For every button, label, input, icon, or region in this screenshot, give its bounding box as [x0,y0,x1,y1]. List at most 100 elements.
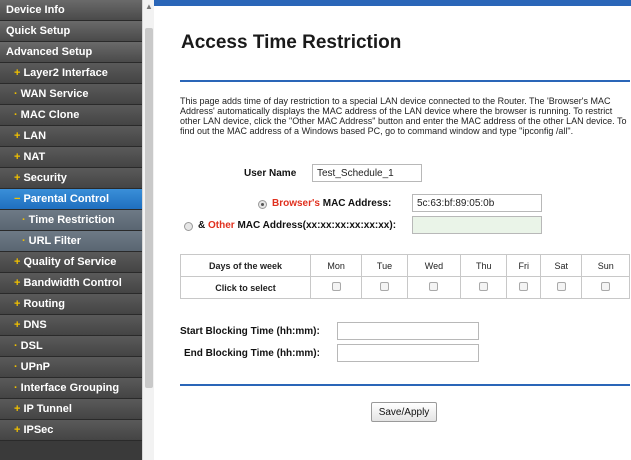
day-checkbox-cell [460,276,508,299]
sidebar-scrollbar[interactable]: ▲ [142,0,154,460]
page-description: This page adds time of day restriction t… [180,96,627,136]
browser-mac-label-text: MAC Address: [319,198,392,209]
user-name-input[interactable] [312,164,422,182]
day-label: Sun [581,254,630,277]
sidebar-item-label: MAC Clone [20,109,80,121]
sidebar-item-label: Interface Grouping [20,382,120,394]
nav-bullet-icon: · [22,214,26,226]
nav-bullet-icon: + [14,403,21,415]
sidebar-item-quality-of-service[interactable]: + Quality of Service [0,252,142,273]
sidebar-item-layer2-interface[interactable]: + Layer2 Interface [0,63,142,84]
fri-checkbox[interactable] [519,282,529,291]
browser-mac-label: Browser's MAC Address: [272,198,391,209]
sidebar-item-ip-tunnel[interactable]: + IP Tunnel [0,399,142,420]
sidebar-item-dns[interactable]: + DNS [0,315,142,336]
other-mac-radio[interactable] [184,222,193,231]
day-label: Mon [309,254,363,277]
nav-bullet-icon: · [14,361,18,373]
day-checkbox-cell [581,276,630,299]
day-checkbox-cell [361,276,408,299]
sidebar-item-ipsec[interactable]: + IPSec [0,420,142,441]
nav-bullet-icon: + [14,277,21,289]
sidebar-item-label: DNS [23,319,47,331]
start-blocking-input[interactable] [337,322,479,340]
day-label: Fri [506,254,542,277]
sidebar-item-upnp[interactable]: · UPnP [0,357,142,378]
day-checkbox-cell [540,276,583,299]
main-content: Access Time Restriction This page adds t… [154,6,631,460]
sidebar-item-label: WAN Service [20,88,89,100]
day-label: Wed [406,254,462,277]
other-mac-prefix: & [198,220,208,231]
nav-bullet-icon: + [14,172,21,184]
sun-checkbox[interactable] [601,282,611,291]
start-blocking-label: Start Blocking Time (hh:mm): [180,326,320,337]
nav-bullet-icon: · [22,235,26,247]
browser-mac-input[interactable] [412,194,542,212]
sidebar-item-label: IP Tunnel [23,403,72,415]
day-label: Sat [540,254,583,277]
day-checkbox-cell [406,276,462,299]
sidebar-item-time-restriction[interactable]: · Time Restriction [0,210,142,231]
sidebar-item-label: Device Info [6,4,65,16]
wed-checkbox[interactable] [429,282,439,291]
end-blocking-input[interactable] [337,344,479,362]
sidebar-item-quick-setup[interactable]: Quick Setup [0,21,142,42]
sidebar-item-device-info[interactable]: Device Info [0,0,142,21]
sidebar-nav: Device Info Quick Setup Advanced Setup + Lay… [0,0,142,460]
sidebar-item-interface-grouping[interactable]: · Interface Grouping [0,378,142,399]
sidebar-item-routing[interactable]: + Routing [0,294,142,315]
nav-bullet-icon: + [14,151,21,163]
nav-bullet-icon: · [14,340,18,352]
sidebar-item-mac-clone[interactable]: · MAC Clone [0,105,142,126]
sidebar-item-label: NAT [23,151,46,163]
schedule-table: Days of the week Mon Tue Wed Thu Fri Sat… [180,254,630,299]
sidebar-item-bandwidth-control[interactable]: + Bandwidth Control [0,273,142,294]
sidebar-item-label: Bandwidth Control [23,277,122,289]
sidebar-item-label: Layer2 Interface [23,67,108,79]
sidebar-item-security[interactable]: + Security [0,168,142,189]
nav-bullet-icon: + [14,67,21,79]
nav-bullet-icon: + [14,424,21,436]
sidebar-item-label: IPSec [23,424,54,436]
nav-bullet-icon: · [14,109,18,121]
other-mac-label-highlight: Other [208,220,235,231]
nav-bullet-icon: + [14,256,21,268]
sidebar-item-url-filter[interactable]: · URL Filter [0,231,142,252]
sidebar-item-label: Quality of Service [23,256,117,268]
sidebar-item-nat[interactable]: + NAT [0,147,142,168]
mon-checkbox[interactable] [331,282,341,291]
sidebar-item-label: Time Restriction [28,214,115,226]
save-apply-button[interactable]: Save/Apply [371,402,437,422]
other-mac-label-text: MAC Address(xx:xx:xx:xx:xx:xx): [234,220,397,231]
sat-checkbox[interactable] [556,282,566,291]
sidebar-item-advanced-setup[interactable]: Advanced Setup [0,42,142,63]
day-checkbox-cell [309,276,363,299]
sidebar-item-label: Routing [23,298,65,310]
sidebar-item-wan-service[interactable]: · WAN Service [0,84,142,105]
click-to-select-label: Click to select [180,276,311,299]
other-mac-input[interactable] [412,216,542,234]
sidebar-item-label: Advanced Setup [6,46,93,58]
sidebar-item-parental-control[interactable]: − Parental Control [0,189,142,210]
nav-bullet-icon: − [14,193,21,205]
browser-mac-radio[interactable] [258,200,267,209]
sidebar-item-label: Quick Setup [6,25,71,37]
sidebar-item-dsl[interactable]: · DSL [0,336,142,357]
sidebar-item-label: Parental Control [23,193,110,205]
scroll-up-arrow-icon[interactable]: ▲ [145,2,153,11]
end-blocking-label: End Blocking Time (hh:mm): [184,348,320,359]
tue-checkbox[interactable] [380,282,390,291]
scroll-thumb[interactable] [145,28,153,388]
nav-bullet-icon: + [14,130,21,142]
nav-bullet-icon: + [14,298,21,310]
sidebar-item-label: Security [23,172,67,184]
sidebar-item-lan[interactable]: + LAN [0,126,142,147]
nav-bullet-icon: + [14,319,21,331]
schedule-select-row: Click to select [180,276,630,299]
schedule-days-row: Days of the week Mon Tue Wed Thu Fri Sat… [180,254,630,277]
thu-checkbox[interactable] [479,282,489,291]
day-checkbox-cell [506,276,542,299]
sidebar-item-label: DSL [20,340,43,352]
divider-bottom [180,384,630,386]
